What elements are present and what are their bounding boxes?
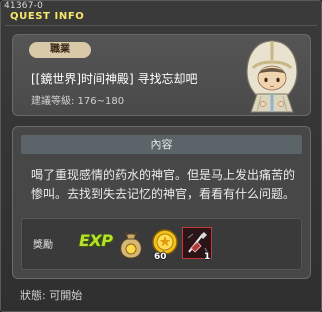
quest-content-panel: 內容 喝了重现感情的药水的神官。但是马上发出痛苦的惨叫。去找到失去记忆的神官，看… xyxy=(12,126,311,279)
hooded-priest-npc-icon xyxy=(246,40,298,113)
quest-name: [[鏡世界]时间神殿] 寻找忘却吧 xyxy=(31,72,198,86)
quest-info-window: 41367-0 QUEST INFO 職業 [[鏡世界]时间神殿] 寻找忘却吧 … xyxy=(0,0,322,312)
recommended-level: 建議等級: 176~180 xyxy=(31,96,125,107)
exp-reward-icon[interactable]: EXP xyxy=(79,231,113,250)
quest-description: 喝了重现感情的药水的神官。但是马上发出痛苦的惨叫。去找到失去记忆的神官，看看有什… xyxy=(31,168,296,201)
reward-panel: 獎勵 EXP 60 1 xyxy=(21,218,302,270)
scroll-count: 1 xyxy=(204,252,211,262)
job-badge: 職業 xyxy=(29,42,91,58)
coin-count: 60 xyxy=(154,252,167,262)
window-title: QUEST INFO xyxy=(10,11,85,22)
title-divider xyxy=(5,25,317,26)
quest-code: 41367-0 xyxy=(4,1,44,11)
reward-label: 獎勵 xyxy=(33,240,53,251)
meso-bag-icon[interactable] xyxy=(116,228,146,260)
quest-summary-panel: 職業 [[鏡世界]时间神殿] 寻找忘却吧 建議等級: 176~180 xyxy=(12,34,311,116)
content-header: 內容 xyxy=(21,135,302,154)
quest-status: 狀態: 可開始 xyxy=(20,289,83,302)
